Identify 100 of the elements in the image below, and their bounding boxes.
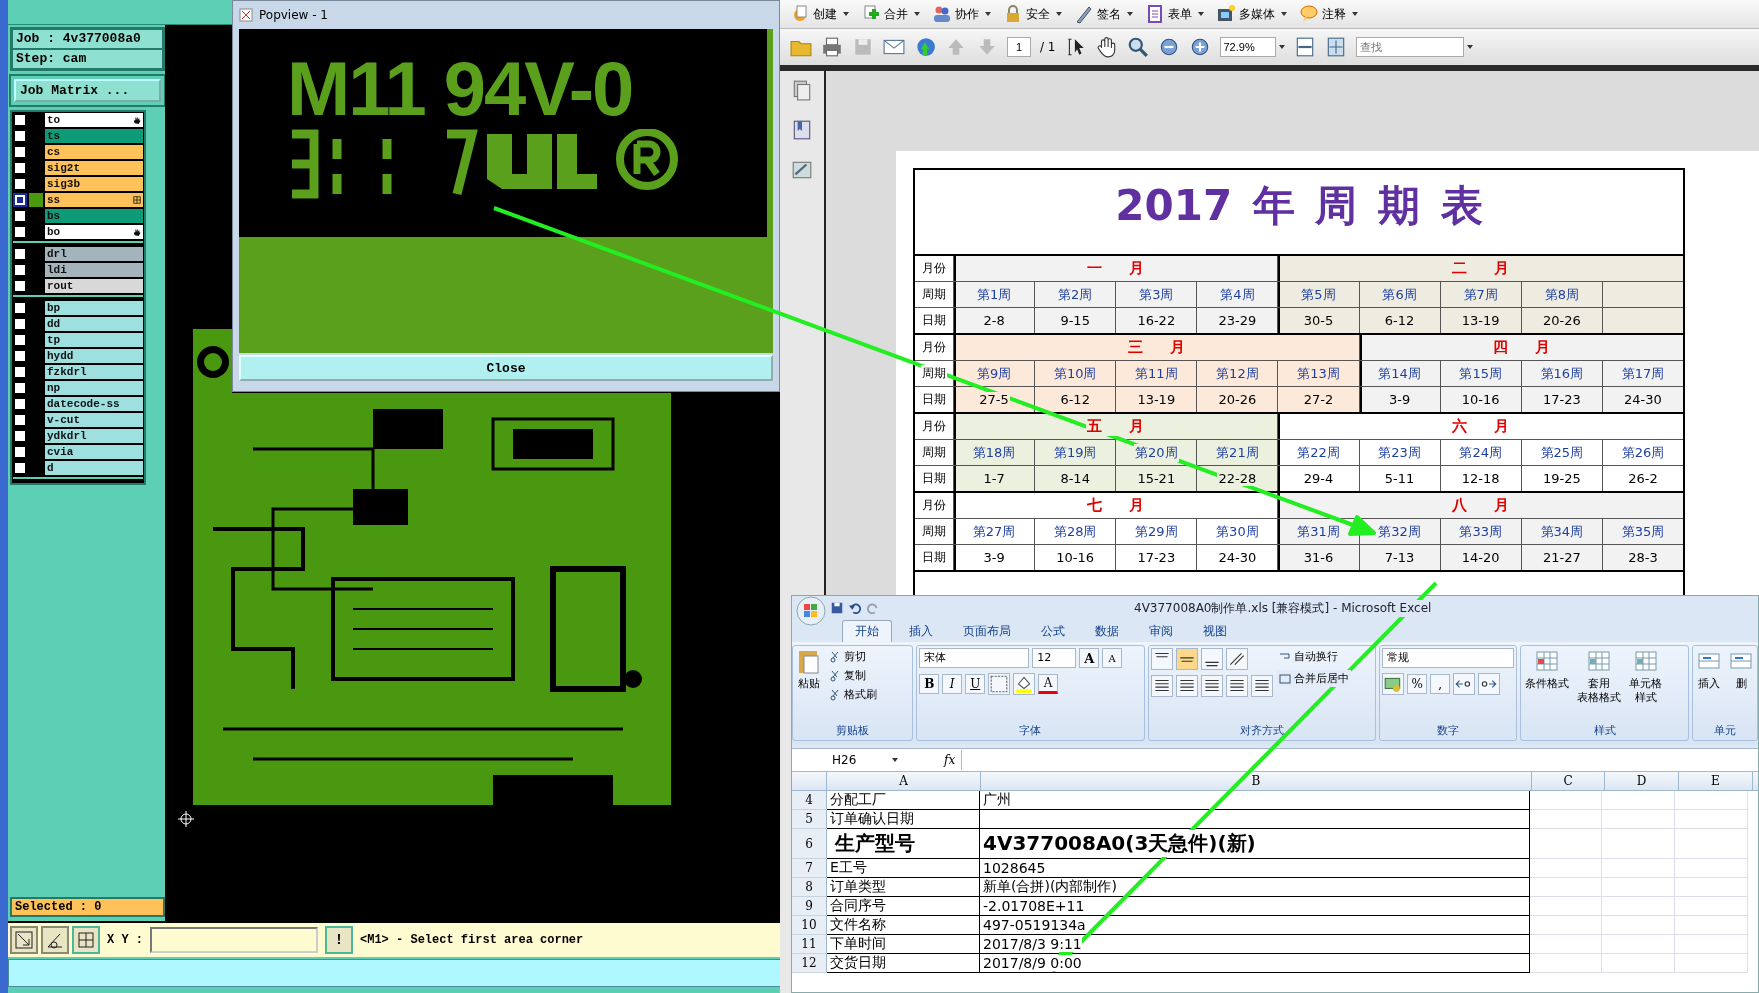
style-button[interactable]: 单元格 样式	[1627, 648, 1665, 704]
clipboard-button[interactable]: 复制	[827, 667, 879, 684]
toolbar-menu-button[interactable]: 多媒体	[1216, 4, 1287, 24]
paste-button[interactable]: 粘贴	[795, 648, 823, 690]
font-style-button[interactable]: U	[965, 674, 986, 694]
office-button[interactable]	[796, 596, 826, 626]
layer-checkbox[interactable]	[13, 413, 27, 427]
align-icon[interactable]	[1175, 675, 1198, 697]
layer-item[interactable]: dd	[45, 317, 143, 331]
toolbar-menu-button[interactable]: 合并	[861, 4, 920, 24]
font-size-button[interactable]: A	[1079, 648, 1100, 668]
caret-icon[interactable]	[892, 758, 898, 762]
vertical-align-icon[interactable]	[1200, 648, 1223, 670]
align-icon[interactable]	[1225, 675, 1248, 697]
font-style-button[interactable]: I	[942, 674, 963, 694]
fill-color-icon[interactable]	[1013, 673, 1036, 695]
layer-item[interactable]: cvia	[45, 445, 143, 459]
layer-item[interactable]: rout	[45, 279, 143, 293]
decrease-decimal-icon[interactable]	[1478, 673, 1501, 695]
row-header[interactable]: 9	[792, 897, 827, 916]
align-icon[interactable]	[1150, 675, 1173, 697]
layer-item[interactable]: sig3b	[45, 177, 143, 191]
upload-globe-icon[interactable]	[914, 36, 936, 58]
font-color-button[interactable]: A	[1038, 674, 1059, 694]
zoom-tool-icon[interactable]	[1126, 36, 1149, 58]
layer-checkbox[interactable]	[13, 333, 27, 347]
vertical-align-icon[interactable]	[1175, 648, 1198, 670]
font-size-button[interactable]: A	[1102, 648, 1123, 668]
merge-center-button[interactable]: 合并后居中	[1276, 670, 1351, 687]
caret-icon[interactable]	[1278, 45, 1285, 49]
print-icon[interactable]	[821, 36, 843, 58]
layer-checkbox[interactable]	[13, 129, 27, 143]
layer-item[interactable]: cs	[45, 145, 143, 159]
row-header[interactable]: 11	[792, 935, 827, 954]
layer-item[interactable]: bp	[45, 301, 143, 315]
row-header[interactable]: 6	[792, 829, 827, 859]
layer-item[interactable]: bs	[45, 209, 143, 223]
ribbon-tab[interactable]: 开始	[842, 620, 892, 642]
close-button[interactable]: Close	[239, 355, 773, 381]
save-icon[interactable]	[830, 601, 844, 615]
layer-checkbox[interactable]	[13, 263, 27, 277]
layer-checkbox[interactable]	[13, 317, 27, 331]
layer-item[interactable]: fzkdrl	[45, 365, 143, 379]
undo-icon[interactable]	[848, 601, 862, 615]
ribbon-tab[interactable]: 视图	[1190, 620, 1240, 642]
clipboard-button[interactable]: 剪切	[827, 648, 879, 665]
toolbar-menu-button[interactable]: 安全	[1003, 4, 1062, 24]
layer-checkbox[interactable]	[13, 397, 27, 411]
ribbon-tab[interactable]: 审阅	[1136, 620, 1186, 642]
layer-checkbox[interactable]	[13, 247, 27, 261]
layer-item[interactable]: tp	[45, 333, 143, 347]
layer-item[interactable]: ts	[45, 129, 143, 143]
layer-item[interactable]: hydd	[45, 349, 143, 363]
toolbar-menu-button[interactable]: 注释	[1299, 4, 1358, 24]
layer-item[interactable]: np	[45, 381, 143, 395]
clipboard-button[interactable]: 格式刷	[827, 686, 879, 703]
layer-item[interactable]: bo	[45, 225, 143, 239]
layer-checkbox[interactable]	[13, 429, 27, 443]
alert-button[interactable]: !	[325, 926, 353, 954]
ribbon-tab[interactable]: 数据	[1082, 620, 1132, 642]
increase-decimal-icon[interactable]	[1453, 673, 1476, 695]
layer-checkbox[interactable]	[13, 279, 27, 293]
name-box[interactable]: H26	[792, 753, 892, 767]
hand-icon[interactable]	[1095, 36, 1118, 58]
grid-tool-button[interactable]	[72, 926, 100, 954]
layer-item[interactable]: d	[45, 461, 143, 475]
bookmark-icon[interactable]	[791, 119, 813, 141]
font-name-field[interactable]: 宋体	[919, 648, 1030, 668]
layer-item[interactable]: to	[45, 113, 143, 127]
layer-checkbox[interactable]	[13, 209, 27, 223]
cell-button[interactable]: 插入	[1695, 648, 1723, 690]
layer-item[interactable]: ss	[45, 193, 143, 207]
layer-checkbox[interactable]	[13, 381, 27, 395]
toolbar-menu-button[interactable]: 协作	[932, 4, 991, 24]
layer-checkbox[interactable]	[13, 193, 27, 207]
column-header[interactable]: E	[1679, 772, 1753, 790]
layer-item[interactable]: v-cut	[45, 413, 143, 427]
font-size-field[interactable]: 12	[1032, 648, 1077, 668]
row-header[interactable]: 12	[792, 954, 827, 973]
function-button[interactable]: fx	[944, 753, 956, 767]
zoom-field[interactable]: 72.9%	[1219, 37, 1276, 57]
style-button[interactable]: 条件格式	[1523, 648, 1572, 690]
layer-checkbox[interactable]	[13, 445, 27, 459]
cell-button[interactable]: 删	[1727, 648, 1755, 690]
toolbar-menu-button[interactable]: 创建	[790, 4, 849, 24]
row-header[interactable]: 4	[792, 791, 827, 810]
ribbon-tab[interactable]: 公式	[1028, 620, 1078, 642]
layer-checkbox[interactable]	[13, 225, 27, 239]
layer-checkbox[interactable]	[13, 177, 27, 191]
currency-icon[interactable]	[1382, 673, 1405, 695]
caret-icon[interactable]	[1466, 45, 1473, 49]
style-button[interactable]: 套用 表格格式	[1575, 648, 1624, 704]
number-format-field[interactable]: 常规	[1382, 648, 1515, 668]
layer-checkbox[interactable]	[13, 161, 27, 175]
page-field[interactable]: 1	[1007, 37, 1031, 57]
toolbar-menu-button[interactable]: 签名	[1074, 4, 1133, 24]
ribbon-tab[interactable]: 插入	[896, 620, 946, 642]
layer-checkbox[interactable]	[13, 145, 27, 159]
pages-icon[interactable]	[791, 79, 813, 101]
ribbon-tab[interactable]: 页面布局	[950, 620, 1024, 642]
